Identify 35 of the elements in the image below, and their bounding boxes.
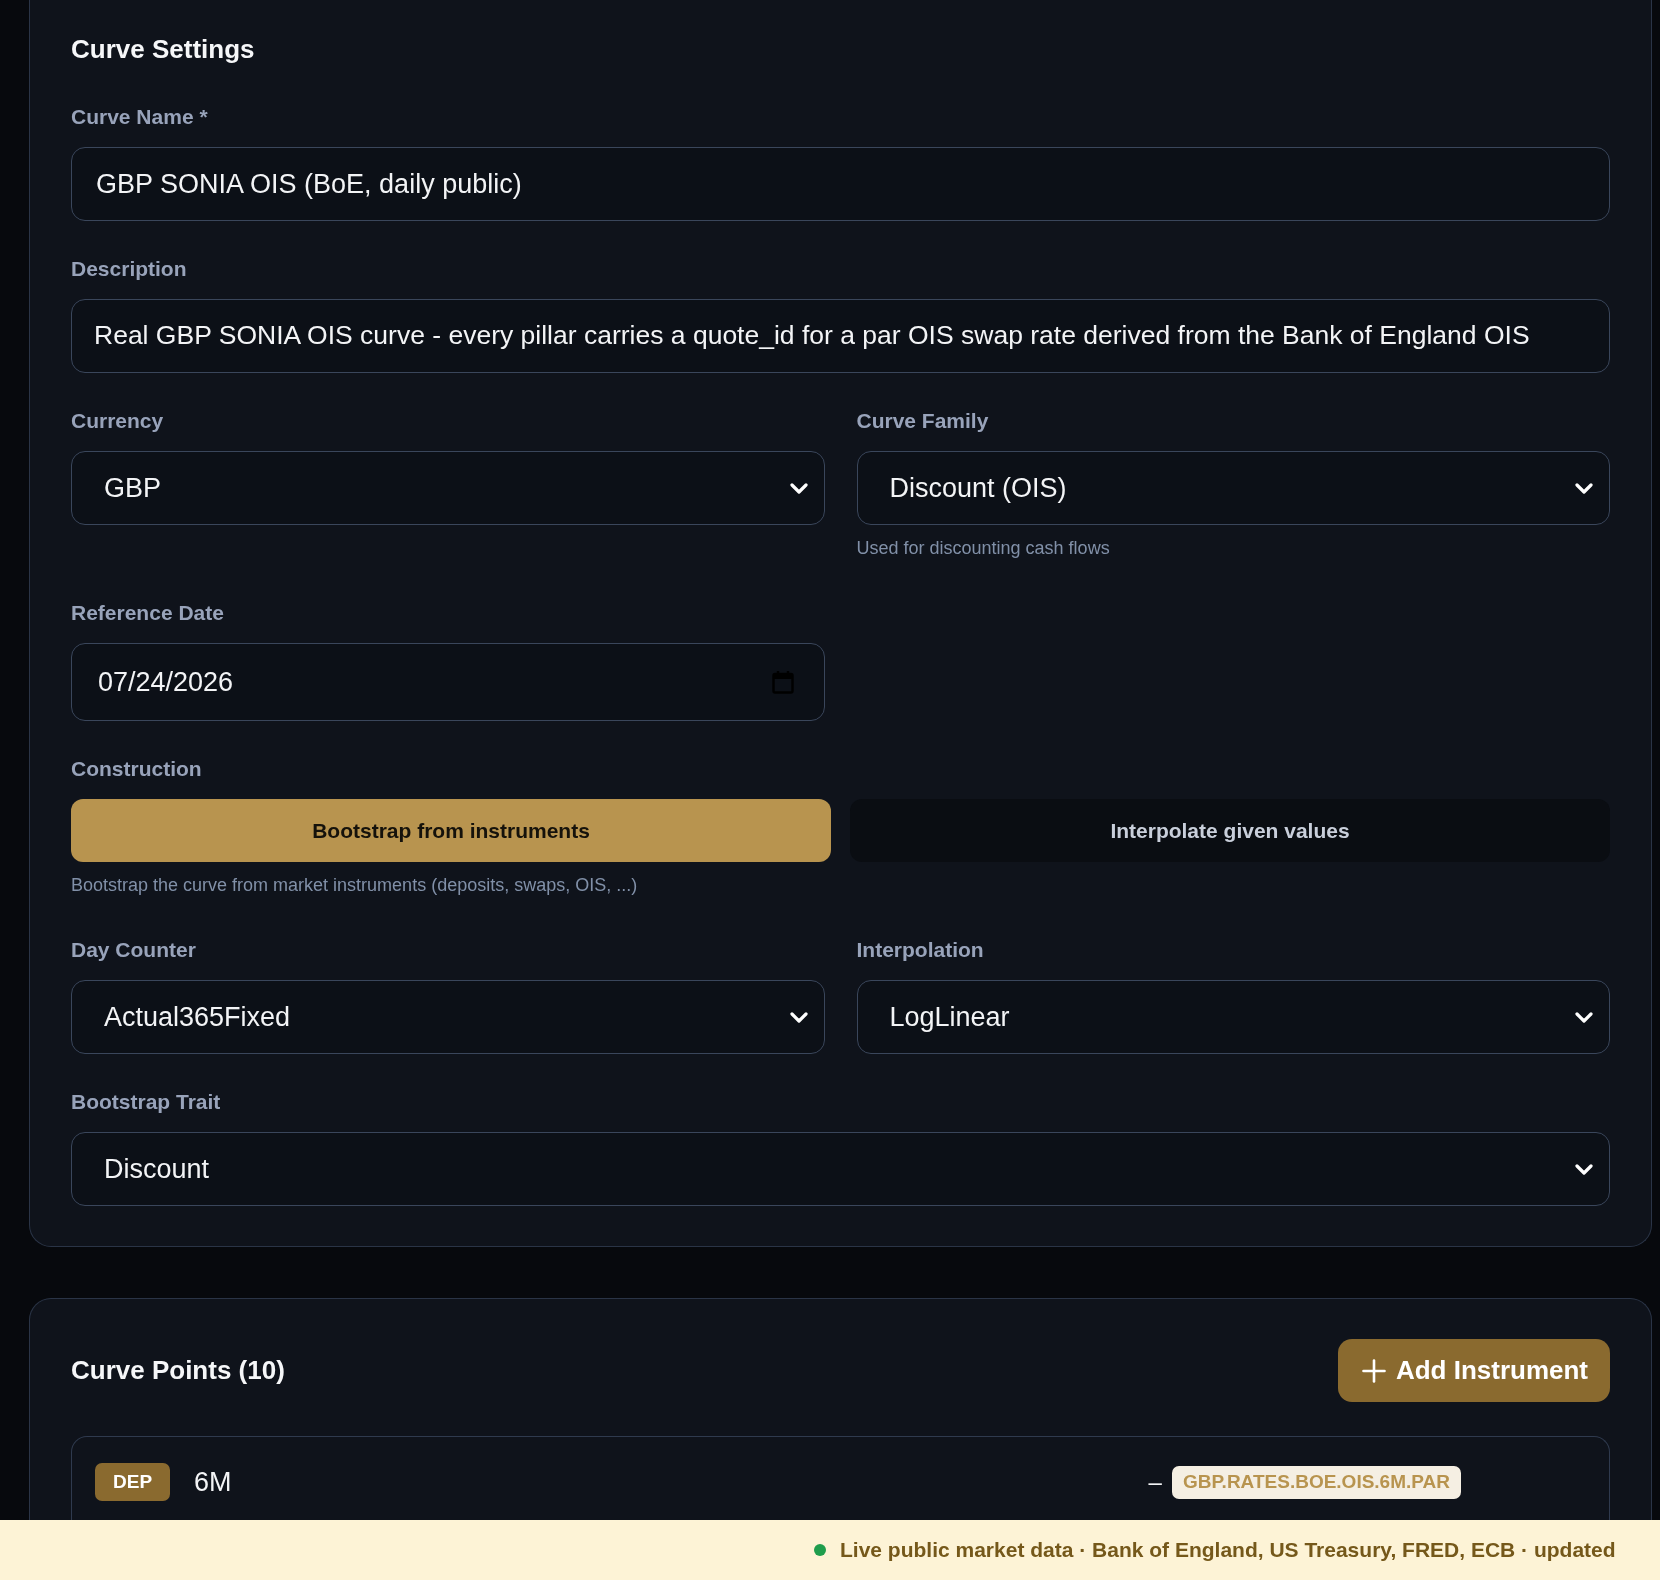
- description-label: Description: [71, 256, 188, 282]
- day-counter-select[interactable]: Actual365Fixed: [71, 980, 825, 1054]
- chevron-down-icon: [789, 1011, 808, 1023]
- chevron-down-icon: [1575, 482, 1593, 494]
- quote-id-badge: GBP.RATES.BOE.OIS.6M.PAR: [1171, 1465, 1461, 1499]
- construction-label: Construction: [71, 756, 203, 782]
- panel-title: Curve Settings: [71, 34, 256, 65]
- bootstrap-trait-label: Bootstrap Trait: [71, 1089, 222, 1115]
- curve-name-label: Curve Name *: [71, 104, 209, 130]
- help-text: Used for discounting cash flows: [856, 537, 1111, 559]
- curve-family-label: Curve Family: [856, 408, 990, 434]
- chevron-down-icon: [1575, 1163, 1593, 1175]
- currency-select[interactable]: GBP: [71, 451, 825, 525]
- instrument-type-badge: DEP: [95, 1463, 171, 1501]
- day-counter-label: Day Counter: [71, 937, 197, 963]
- construction-toggle[interactable]: Bootstrap from instruments: [71, 799, 831, 862]
- reference-date-date-field[interactable]: 07/24/2026: [71, 643, 825, 721]
- panel-title: Curve Points (10): [71, 1355, 285, 1386]
- bootstrap-trait-select[interactable]: Discount: [71, 1132, 1610, 1206]
- curve-name-field[interactable]: GBP SONIA OIS (BoE, daily public): [71, 147, 1610, 221]
- currency-label: Currency: [71, 408, 165, 434]
- construction-toggle[interactable]: Interpolate given values: [850, 799, 1610, 862]
- interpolation-select[interactable]: LogLinear: [856, 980, 1610, 1054]
- status-text: Live public market data · Bank of England, US Treasury, FRED, ECB · updated: [840, 1537, 1616, 1564]
- interpolation-label: Interpolation: [856, 937, 985, 963]
- chevron-down-icon: [1575, 1011, 1593, 1023]
- chevron-down-icon: [789, 482, 808, 494]
- curve-family-select[interactable]: Discount (OIS): [856, 451, 1610, 525]
- tenor-text: 6M: [194, 1465, 232, 1499]
- rate-value: –: [1148, 1467, 1162, 1497]
- description-field[interactable]: Real GBP SONIA OIS curve - every pillar carries a quote_id for a par OIS swap rate derived from the Bank of England OIS: [71, 299, 1610, 373]
- add-instrument-button[interactable]: Add Instrument: [1337, 1339, 1610, 1402]
- reference-date-label: Reference Date: [71, 600, 225, 626]
- plus-icon: [1361, 1358, 1386, 1383]
- help-text: Bootstrap the curve from market instruments (deposits, swaps, OIS, ...): [71, 874, 639, 896]
